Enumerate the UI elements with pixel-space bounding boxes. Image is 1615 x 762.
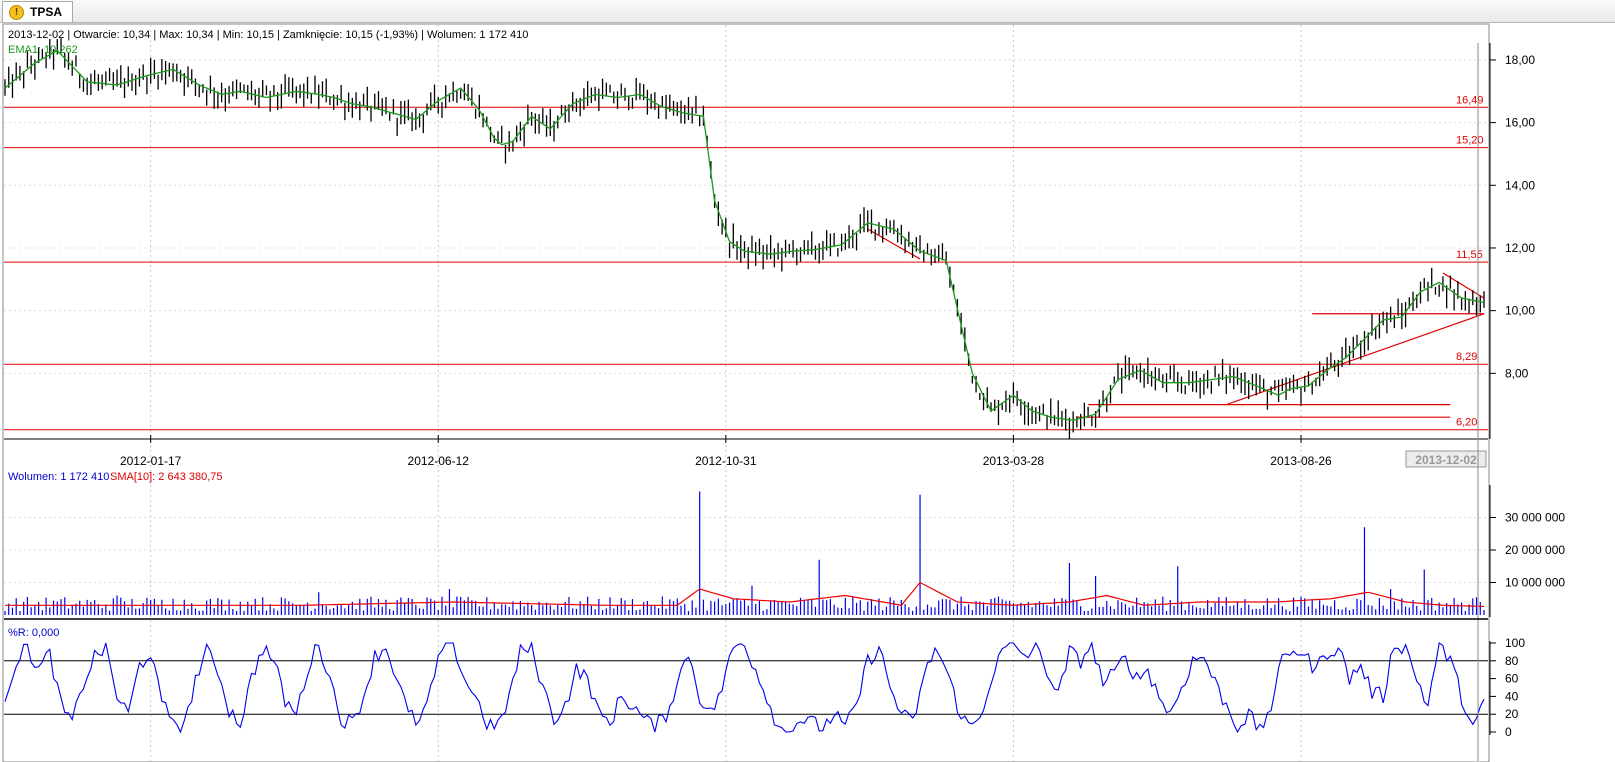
wr-label: %R: 0,000 [8, 627, 59, 639]
volume-y-tick-label: 30 000 000 [1505, 511, 1565, 525]
x-tick-label: 2012-06-12 [408, 454, 470, 468]
sma-label: SMA[10]: 2 643 380,75 [110, 471, 223, 483]
wr-y-tick-label: 80 [1505, 654, 1519, 668]
level-label: 8,29 [1456, 351, 1477, 363]
price-y-tick-label: 18,00 [1505, 53, 1535, 67]
price-y-tick-label: 10,00 [1505, 304, 1535, 318]
x-tick-label: 2012-10-31 [695, 454, 757, 468]
wr-y-tick-label: 0 [1505, 725, 1512, 739]
volume-y-tick-label: 10 000 000 [1505, 576, 1565, 590]
volume-label: Wolumen: 1 172 410 [8, 471, 109, 483]
x-tick-label: 2013-08-26 [1270, 454, 1332, 468]
volume-y-tick-label: 20 000 000 [1505, 543, 1565, 557]
level-label: 6,20 [1456, 417, 1477, 429]
x-tick-label: 2013-03-28 [983, 454, 1045, 468]
tab-title: TPSA [30, 5, 63, 19]
stock-chart[interactable]: 16,49 15,20 11,55 8,29 6,20 18,00 16,00 14,00 1… [0, 23, 1615, 762]
wr-y-tick-label: 100 [1505, 636, 1525, 650]
x-tick-label: 2012-01-17 [120, 454, 182, 468]
wr-y-tick-label: 60 [1505, 672, 1519, 686]
price-y-tick-label: 8,00 [1505, 366, 1529, 380]
price-y-tick-label: 14,00 [1505, 178, 1535, 192]
level-label: 15,20 [1456, 135, 1484, 147]
tab-tpsa[interactable]: ! TPSA [2, 1, 74, 22]
wr-y-tick-label: 40 [1505, 689, 1519, 703]
ema-label: EMA1: 10,262 [8, 44, 78, 56]
warning-icon: ! [9, 4, 24, 20]
price-y-tick-label: 12,00 [1505, 241, 1535, 255]
current-date-label: 2013-12-02 [1415, 453, 1477, 467]
level-label: 16,49 [1456, 94, 1484, 106]
ohlc-info-line: 2013-12-02 | Otwarcie: 10,34 | Max: 10,3… [8, 29, 528, 41]
price-y-tick-label: 16,00 [1505, 116, 1535, 130]
level-label: 11,55 [1456, 249, 1483, 261]
wr-y-tick-label: 20 [1505, 707, 1519, 721]
tab-bar: ! TPSA [0, 0, 1615, 23]
